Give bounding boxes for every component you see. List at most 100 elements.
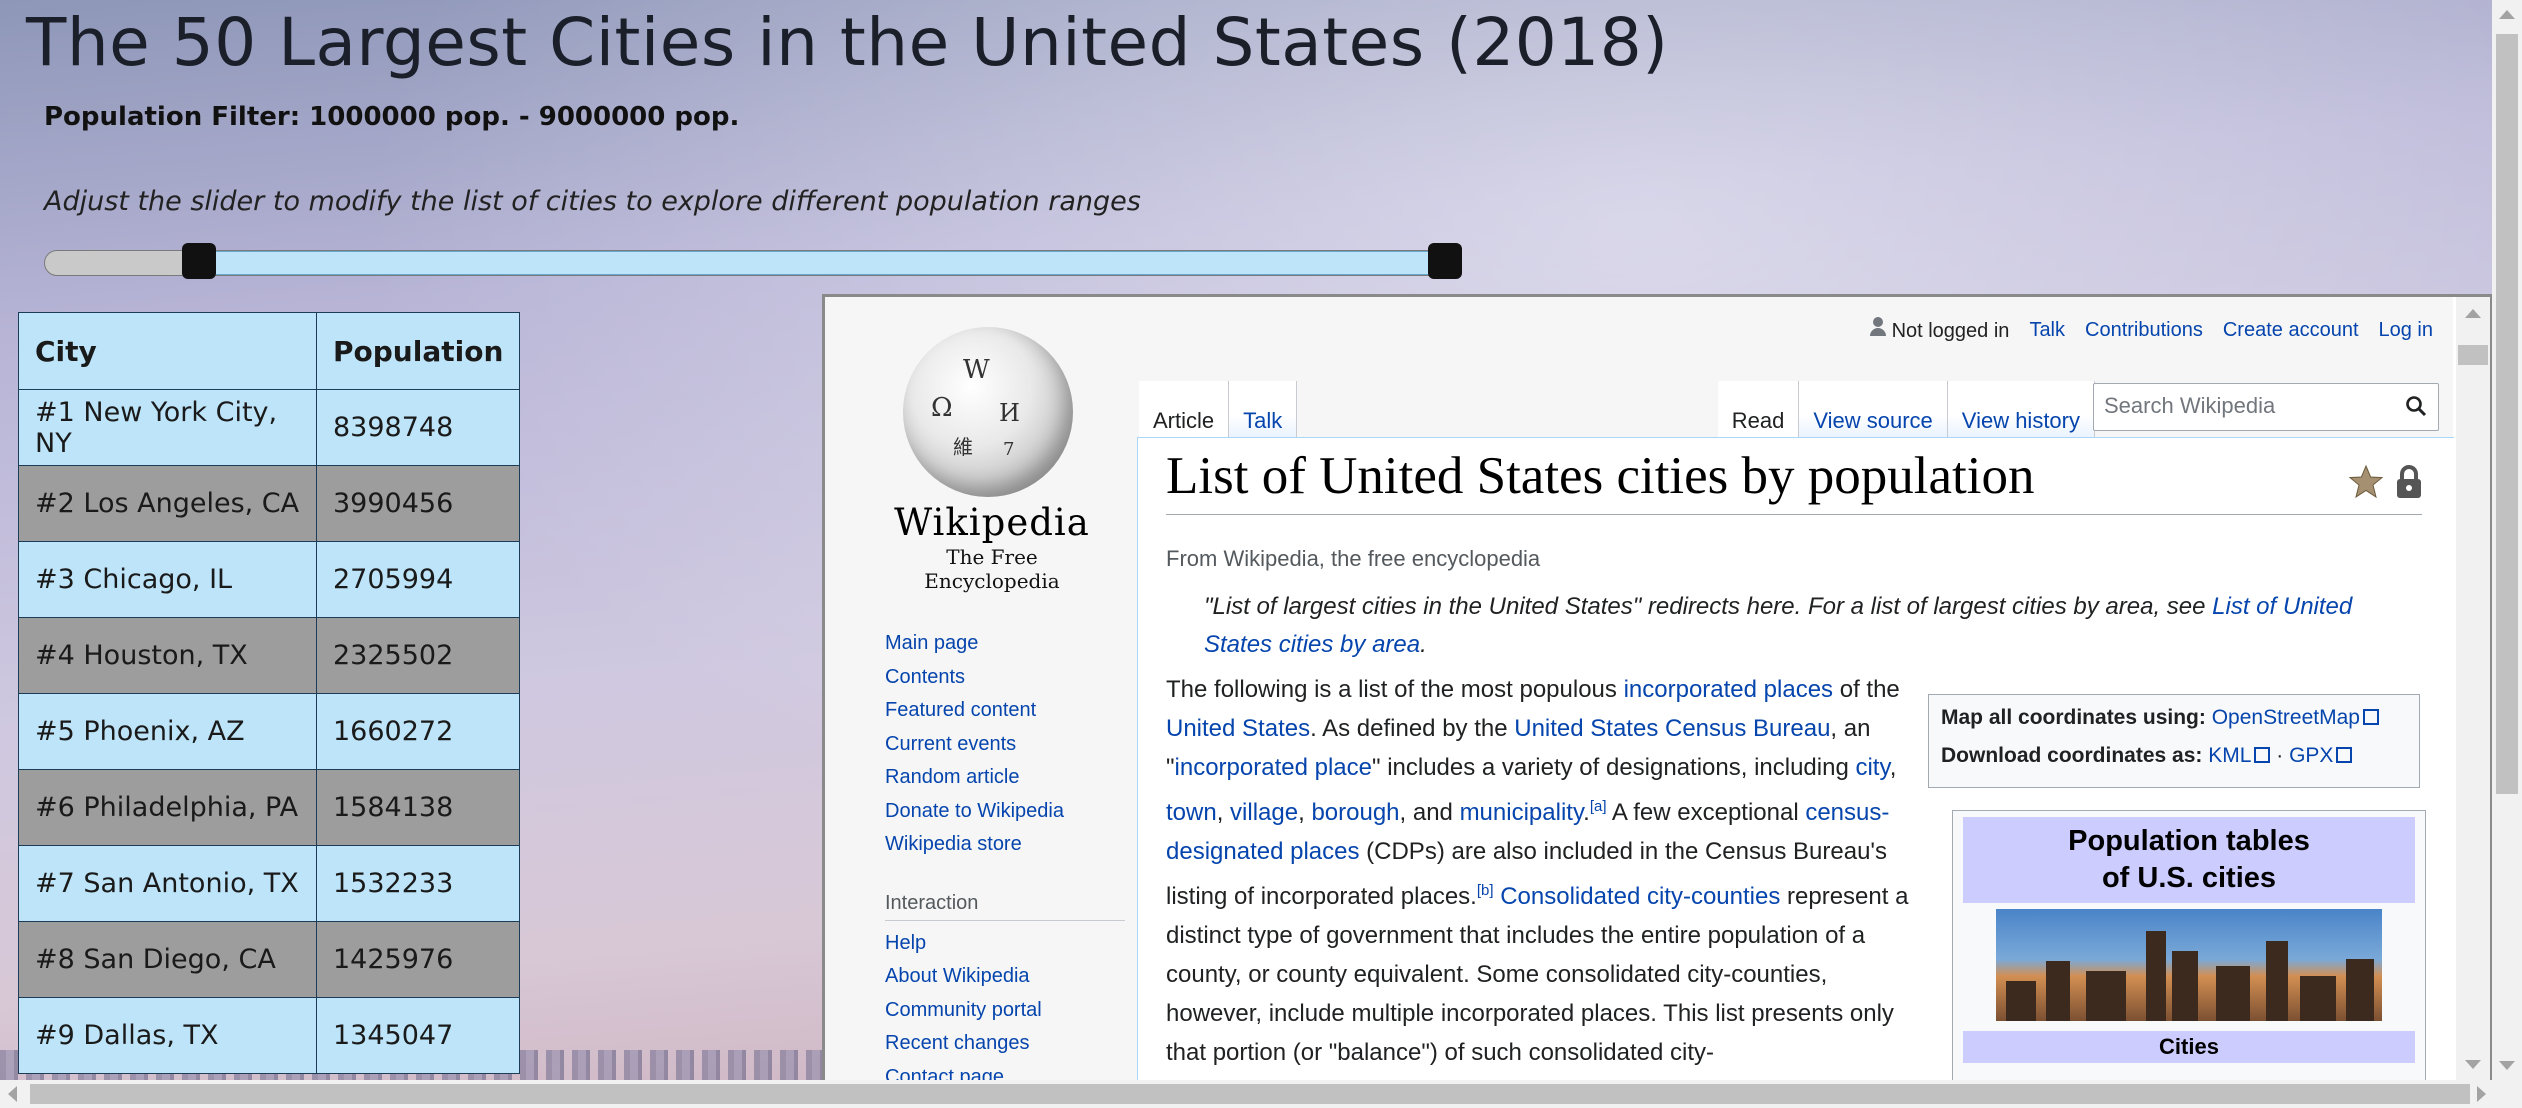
- wikipedia-search: [2093, 383, 2439, 431]
- link-incorporated-places[interactable]: incorporated places: [1624, 676, 1833, 703]
- tab-article[interactable]: Article: [1139, 381, 1230, 437]
- nav-help[interactable]: Help: [885, 927, 1125, 961]
- log-in-link[interactable]: Log in: [2379, 319, 2434, 342]
- table-row: #1 New York City, NY 8398748: [18, 389, 521, 466]
- nav-recent-changes[interactable]: Recent changes: [885, 1027, 1125, 1061]
- nav-featured-content[interactable]: Featured content: [885, 694, 1125, 728]
- tab-read[interactable]: Read: [1717, 381, 1800, 437]
- slider-selected-range: [200, 251, 1446, 275]
- contributions-link[interactable]: Contributions: [2085, 319, 2203, 342]
- wikipedia-tagline: The Free Encyclopedia: [924, 545, 1060, 593]
- page-indicators: [2348, 464, 2424, 500]
- nav-donate[interactable]: Donate to Wikipedia: [885, 795, 1125, 829]
- city-cell: #5 Phoenix, AZ: [18, 693, 317, 770]
- table-row: #7 San Antonio, TX 1532233: [18, 845, 521, 922]
- openstreetmap-link[interactable]: OpenStreetMap: [2212, 706, 2360, 729]
- nav-current-events[interactable]: Current events: [885, 728, 1125, 762]
- lock-icon[interactable]: [2394, 464, 2424, 500]
- wikipedia-iframe[interactable]: W Ω И 維 7 Wikipedia The Free Encyclopedi…: [822, 294, 2493, 1084]
- page-vertical-thumb[interactable]: [2496, 34, 2518, 794]
- page-scroll-right-arrow[interactable]: [2477, 1086, 2486, 1102]
- separator-dot: ·: [2276, 744, 2284, 767]
- link-incorporated-place[interactable]: incorporated place: [1175, 754, 1372, 781]
- navbox-caption: Cities: [1963, 1031, 2415, 1063]
- hatnote-end: .: [1420, 631, 1427, 658]
- nav-about[interactable]: About Wikipedia: [885, 960, 1125, 994]
- column-header-city: City: [18, 312, 317, 390]
- link-town[interactable]: town: [1166, 799, 1217, 826]
- talk-link[interactable]: Talk: [2029, 319, 2065, 342]
- external-link-icon: [2254, 747, 2271, 763]
- page-horizontal-scrollbar[interactable]: [0, 1080, 2522, 1108]
- city-cell: #3 Chicago, IL: [18, 541, 317, 618]
- slider-min-handle[interactable]: [182, 243, 216, 279]
- scroll-down-arrow[interactable]: [2465, 1060, 2481, 1069]
- slider-hint: Adjust the slider to modify the list of …: [44, 186, 1141, 217]
- nav-main-page[interactable]: Main page: [885, 627, 1125, 661]
- text: . As defined by the: [1310, 715, 1515, 742]
- table-row: #8 San Diego, CA 1425976: [18, 921, 521, 998]
- text: ,: [1216, 799, 1231, 826]
- link-city[interactable]: city: [1855, 754, 1889, 781]
- population-cell: 1425976: [315, 921, 521, 998]
- wikipedia-wordmark[interactable]: Wikipedia: [887, 501, 1097, 544]
- table-row: #2 Los Angeles, CA 3990456: [18, 465, 521, 542]
- page-scroll-up-arrow[interactable]: [2499, 10, 2515, 19]
- text: , and: [1399, 799, 1460, 826]
- page-horizontal-thumb[interactable]: [30, 1084, 2470, 1104]
- nav-contents[interactable]: Contents: [885, 661, 1125, 695]
- page-vertical-scrollbar[interactable]: [2492, 0, 2522, 1080]
- city-cell: #2 Los Angeles, CA: [18, 465, 317, 542]
- population-cell: 1345047: [315, 997, 521, 1074]
- search-icon[interactable]: [2404, 394, 2428, 418]
- personal-tools: Not logged in Talk Contributions Create …: [1869, 317, 2434, 343]
- nav-store[interactable]: Wikipedia store: [885, 828, 1125, 862]
- tab-view-source[interactable]: View source: [1799, 381, 1948, 437]
- page-scroll-left-arrow[interactable]: [8, 1086, 17, 1102]
- create-account-link[interactable]: Create account: [2223, 319, 2359, 342]
- featured-list-star-icon[interactable]: [2348, 464, 2384, 500]
- link-consolidated-city-counties[interactable]: Consolidated city-counties: [1500, 883, 1780, 910]
- text: The following is a list of the most popu…: [1166, 676, 1624, 703]
- hatnote: "List of largest cities in the United St…: [1204, 588, 2424, 664]
- tab-view-history[interactable]: View history: [1947, 381, 2095, 437]
- text: A few exceptional: [1606, 799, 1806, 826]
- text: " includes a variety of designations, in…: [1372, 754, 1856, 781]
- link-borough[interactable]: borough: [1311, 799, 1399, 826]
- population-cell: 1660272: [315, 693, 521, 770]
- sidebar-navigation: Main page Contents Featured content Curr…: [885, 627, 1125, 1081]
- text: represent a distinct type of government …: [1166, 883, 1909, 1066]
- scroll-up-arrow[interactable]: [2465, 309, 2481, 318]
- link-united-states[interactable]: United States: [1166, 715, 1310, 742]
- not-logged-in: Not logged in: [1869, 317, 2009, 343]
- iframe-vertical-scrollbar[interactable]: [2456, 297, 2490, 1081]
- city-skyline-photo[interactable]: [1996, 909, 2382, 1021]
- kml-link[interactable]: KML: [2208, 744, 2251, 767]
- population-cell: 8398748: [315, 389, 521, 466]
- footnote-b[interactable]: [b]: [1477, 882, 1494, 899]
- slider-max-handle[interactable]: [1428, 243, 1462, 279]
- map-coordinates-row: Map all coordinates using: OpenStreetMap: [1941, 699, 2407, 737]
- nav-community-portal[interactable]: Community portal: [885, 994, 1125, 1028]
- city-cell: #7 San Antonio, TX: [18, 845, 317, 922]
- search-input[interactable]: [2094, 384, 2404, 428]
- page-scroll-down-arrow[interactable]: [2499, 1061, 2515, 1070]
- namespace-tabs: Article Talk: [1139, 381, 1298, 437]
- nav-random-article[interactable]: Random article: [885, 761, 1125, 795]
- tab-talk[interactable]: Talk: [1229, 381, 1298, 437]
- city-cell: #6 Philadelphia, PA: [18, 769, 317, 846]
- population-cell: 3990456: [315, 465, 521, 542]
- iframe-scroll-thumb[interactable]: [2458, 345, 2488, 365]
- coordinates-box: Map all coordinates using: OpenStreetMap…: [1928, 694, 2420, 788]
- population-range-slider[interactable]: [44, 243, 1462, 279]
- iframe-left-margin: [825, 297, 853, 1081]
- footnote-a[interactable]: [a]: [1590, 798, 1607, 815]
- wikipedia-globe-logo[interactable]: W Ω И 維 7: [903, 327, 1073, 497]
- link-village[interactable]: village: [1230, 799, 1298, 826]
- text: ,: [1889, 754, 1897, 781]
- link-census-bureau[interactable]: United States Census Bureau: [1514, 715, 1830, 742]
- population-cell: 1532233: [315, 845, 521, 922]
- gpx-link[interactable]: GPX: [2289, 744, 2333, 767]
- navbox-title-line2: of U.S. cities: [2101, 862, 2277, 894]
- link-municipality[interactable]: municipality: [1460, 799, 1584, 826]
